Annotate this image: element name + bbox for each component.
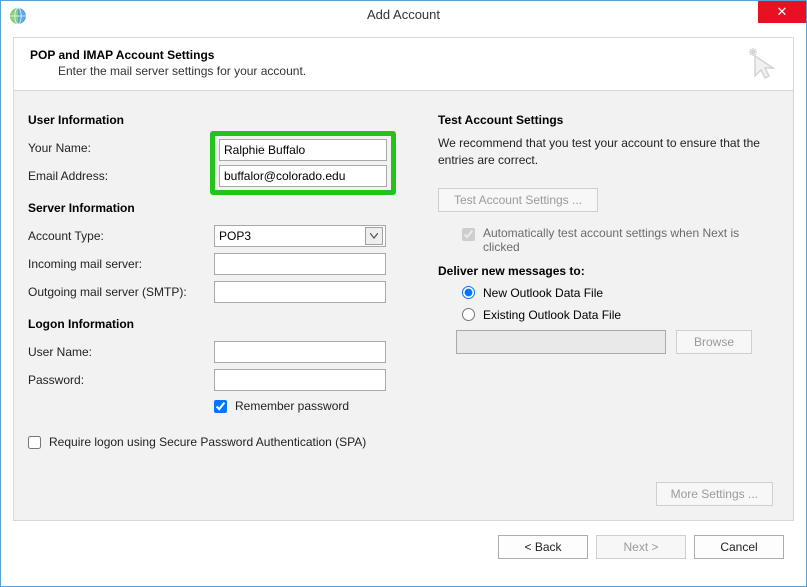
spa-label: Require logon using Secure Password Auth… — [49, 435, 366, 449]
header-subtitle: Enter the mail server settings for your … — [58, 64, 777, 78]
add-account-window: Add Account ✕ POP and IMAP Account Setti… — [0, 0, 807, 587]
new-data-file-radio[interactable] — [462, 286, 475, 299]
logon-information-heading: Logon Information — [28, 317, 418, 331]
back-button[interactable]: < Back — [498, 535, 588, 559]
existing-data-file-path[interactable] — [456, 330, 666, 354]
user-name-label: User Name: — [28, 345, 214, 359]
email-address-field[interactable] — [219, 165, 387, 187]
titlebar: Add Account ✕ — [1, 1, 806, 31]
outgoing-server-field[interactable] — [214, 281, 386, 303]
your-name-label: Your Name: — [28, 141, 214, 155]
header-title: POP and IMAP Account Settings — [30, 48, 777, 62]
user-information-heading: User Information — [28, 113, 418, 127]
auto-test-checkbox[interactable] — [462, 228, 475, 241]
close-button[interactable]: ✕ — [758, 1, 806, 23]
next-button[interactable]: Next > — [596, 535, 686, 559]
close-icon: ✕ — [777, 4, 788, 19]
browse-button[interactable]: Browse — [676, 330, 752, 354]
auto-test-label: Automatically test account settings when… — [483, 226, 763, 254]
remember-password-checkbox[interactable] — [214, 400, 227, 413]
more-settings-button[interactable]: More Settings ... — [656, 482, 773, 506]
remember-password-label: Remember password — [235, 399, 349, 413]
email-address-label: Email Address: — [28, 169, 214, 183]
test-account-button[interactable]: Test Account Settings ... — [438, 188, 598, 212]
header-panel: POP and IMAP Account Settings Enter the … — [13, 37, 794, 91]
new-data-file-label: New Outlook Data File — [483, 286, 603, 300]
cursor-sparkle-icon — [745, 46, 781, 82]
right-column: Test Account Settings We recommend that … — [438, 109, 773, 510]
existing-data-file-radio[interactable] — [462, 308, 475, 321]
account-type-select[interactable]: POP3 — [214, 225, 386, 247]
window-title: Add Account — [1, 7, 806, 22]
test-account-heading: Test Account Settings — [438, 113, 773, 127]
spa-checkbox[interactable] — [28, 436, 41, 449]
user-name-field[interactable] — [214, 341, 386, 363]
password-field[interactable] — [214, 369, 386, 391]
server-information-heading: Server Information — [28, 201, 418, 215]
deliver-heading: Deliver new messages to: — [438, 264, 773, 278]
cancel-button[interactable]: Cancel — [694, 535, 784, 559]
chevron-down-icon — [365, 227, 383, 245]
account-type-label: Account Type: — [28, 229, 214, 243]
footer: < Back Next > Cancel — [1, 521, 806, 571]
password-label: Password: — [28, 373, 214, 387]
account-type-value: POP3 — [219, 229, 251, 243]
body-panel: User Information Your Name: Email Addres… — [13, 91, 794, 521]
outgoing-server-label: Outgoing mail server (SMTP): — [28, 285, 214, 299]
your-name-field[interactable] — [219, 139, 387, 161]
left-column: User Information Your Name: Email Addres… — [28, 109, 418, 510]
existing-data-file-label: Existing Outlook Data File — [483, 308, 621, 322]
incoming-server-field[interactable] — [214, 253, 386, 275]
incoming-server-label: Incoming mail server: — [28, 257, 214, 271]
highlight-box — [210, 131, 396, 195]
test-account-description: We recommend that you test your account … — [438, 135, 773, 170]
